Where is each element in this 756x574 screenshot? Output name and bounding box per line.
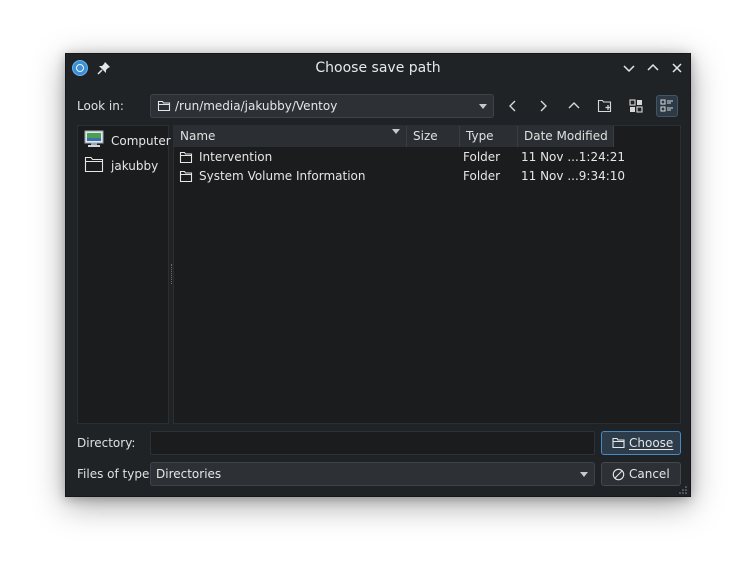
minimize-button[interactable] — [621, 60, 637, 76]
sidebar-item-label: jakubby — [111, 159, 159, 173]
folder-icon — [84, 155, 104, 176]
chevron-down-icon — [479, 104, 487, 109]
file-modified: 11 Nov ...1:24:21 — [521, 150, 626, 164]
parent-directory-button[interactable] — [563, 95, 585, 117]
directory-input[interactable] — [150, 431, 595, 455]
table-row[interactable]: System Volume Information Folder 11 Nov … — [174, 167, 680, 186]
title-bar[interactable]: Choose save path — [66, 54, 690, 82]
column-header-size[interactable]: Size — [407, 126, 460, 147]
folder-icon — [179, 151, 193, 167]
column-header-label: Type — [466, 129, 494, 143]
choose-button[interactable]: Choose — [601, 431, 681, 455]
column-header-date-modified[interactable]: Date Modified — [518, 126, 614, 147]
files-of-type-combobox[interactable]: Directories — [150, 462, 595, 486]
look-in-combobox[interactable]: /run/media/jakubby/Ventoy — [150, 94, 494, 118]
look-in-path: /run/media/jakubby/Ventoy — [175, 99, 338, 113]
resize-grip[interactable] — [678, 484, 688, 494]
icon-view-button[interactable] — [625, 95, 647, 117]
back-button[interactable] — [502, 95, 524, 117]
forward-button[interactable] — [532, 95, 554, 117]
sidebar-item-computer[interactable]: Computer — [82, 129, 171, 151]
detail-view-button[interactable] — [656, 95, 678, 117]
sidebar-item-jakubby[interactable]: jakubby — [82, 154, 168, 176]
directory-label: Directory: — [77, 436, 136, 450]
file-type: Folder — [463, 169, 501, 183]
folder-icon — [179, 170, 193, 186]
file-name: Intervention — [199, 150, 273, 164]
column-header-type[interactable]: Type — [460, 126, 518, 147]
save-path-dialog: Choose save path Look in: /run/media/jak… — [65, 53, 691, 497]
file-type: Folder — [463, 150, 501, 164]
column-header-label: Size — [413, 129, 438, 143]
chevron-down-icon — [580, 472, 588, 477]
file-list: Name Size Type Date Modified Interventio… — [173, 125, 681, 424]
new-folder-button[interactable] — [594, 95, 616, 117]
cancel-label: Cancel — [629, 467, 670, 481]
cancel-icon — [612, 468, 625, 484]
folder-icon — [612, 437, 625, 452]
sidebar-item-label: Computer — [111, 134, 171, 148]
look-in-label: Look in: — [77, 99, 124, 113]
files-of-type-label: Files of type: — [77, 467, 154, 481]
file-modified: 11 Nov ...9:34:10 — [521, 169, 626, 183]
close-button[interactable] — [669, 60, 685, 76]
file-name: System Volume Information — [199, 169, 366, 183]
table-row[interactable]: Intervention Folder 11 Nov ...1:24:21 — [174, 148, 680, 167]
cancel-button[interactable]: Cancel — [601, 462, 681, 486]
column-header-name[interactable]: Name — [174, 126, 407, 147]
folder-icon — [157, 99, 171, 116]
sort-arrow-icon — [392, 129, 400, 134]
files-of-type-value: Directories — [156, 467, 222, 481]
column-header-label: Date Modified — [524, 129, 608, 143]
computer-icon — [84, 130, 104, 151]
maximize-button[interactable] — [645, 60, 661, 76]
column-header-label: Name — [180, 129, 216, 143]
places-sidebar: Computer jakubby — [77, 125, 171, 424]
window-title: Choose save path — [315, 60, 441, 76]
choose-label: Choose — [629, 436, 674, 450]
